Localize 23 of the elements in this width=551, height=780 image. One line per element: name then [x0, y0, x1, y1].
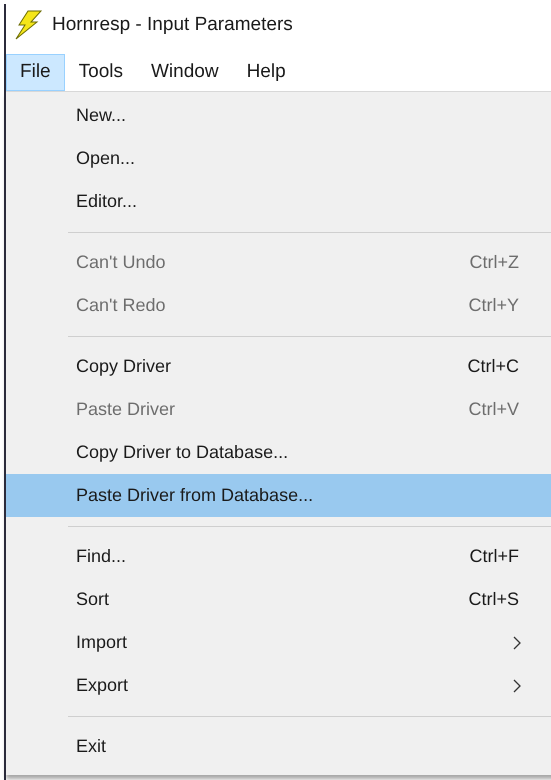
window-title: Hornresp - Input Parameters	[52, 12, 293, 37]
shortcut-text: Ctrl+S	[468, 588, 519, 611]
menu-item[interactable]: Paste Driver from Database...	[6, 474, 551, 517]
menu-item[interactable]: New...	[6, 94, 551, 137]
menu-bar-item[interactable]: Help	[232, 54, 300, 91]
shortcut-text: Ctrl+C	[467, 355, 519, 378]
menu-item[interactable]: Editor...	[6, 180, 551, 223]
menu-item[interactable]: Find... Ctrl+F	[6, 535, 551, 578]
menu-item[interactable]: Open...	[6, 137, 551, 180]
shortcut-text: Ctrl+Z	[470, 251, 519, 274]
lightning-bolt-icon	[14, 10, 42, 40]
menu-item[interactable]: Export	[6, 664, 551, 707]
menu-item[interactable]: Copy Driver to Database...	[6, 431, 551, 474]
menu-bar-item[interactable]: Tools	[64, 54, 137, 91]
shortcut-text: Ctrl+Y	[468, 294, 519, 317]
menu-item[interactable]: Import	[6, 621, 551, 664]
shortcut-text: Ctrl+V	[468, 398, 519, 421]
menu-bar-item[interactable]: File	[6, 54, 65, 91]
menu-item[interactable]: Sort Ctrl+S	[6, 578, 551, 621]
menu-item[interactable]: Copy Driver Ctrl+C	[6, 345, 551, 388]
menu-bar-item[interactable]: Window	[136, 54, 233, 91]
shortcut-text: Ctrl+F	[470, 545, 519, 568]
menu-item[interactable]: Exit	[6, 725, 551, 768]
